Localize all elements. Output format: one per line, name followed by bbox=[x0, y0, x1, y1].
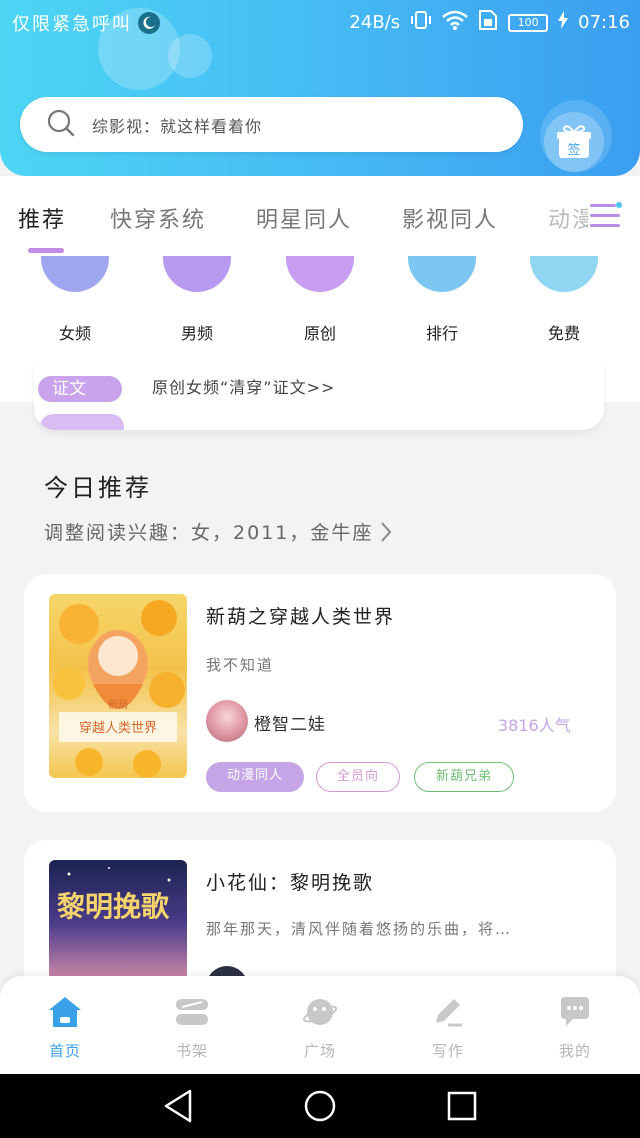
square-recents-icon bbox=[447, 1091, 477, 1121]
category-label: 男频 bbox=[180, 324, 213, 343]
book-description: 那年那天，清风伴随着悠扬的乐曲，将… bbox=[206, 920, 513, 938]
nav-label: 写作 bbox=[431, 1042, 464, 1060]
moon-icon bbox=[138, 12, 160, 34]
book-card[interactable]: 新葫 穿越人类世界 新葫之穿越人类世界 我不知道 橙智二娃 3816人气 动漫同… bbox=[24, 574, 616, 812]
category-female[interactable]: 女频 bbox=[30, 256, 120, 343]
cover-subtitle: 新葫 bbox=[108, 698, 128, 711]
category-tabs: 推荐 快穿系统 明星同人 影视同人 动漫 bbox=[0, 176, 640, 256]
announcement-badge-secondary bbox=[40, 414, 124, 430]
cover-title: 穿越人类世界 bbox=[79, 720, 157, 736]
vibrate-icon bbox=[410, 10, 432, 35]
menu-icon bbox=[590, 202, 622, 227]
male-icon bbox=[163, 256, 231, 292]
author-avatar[interactable] bbox=[206, 700, 248, 742]
home-system-button[interactable] bbox=[302, 1088, 338, 1124]
wifi-icon bbox=[442, 10, 468, 35]
tag-anime-fanfic[interactable]: 动漫同人 bbox=[206, 762, 304, 792]
search-bar[interactable]: 综影视：就这样看着你 bbox=[20, 97, 523, 152]
sign-in-gift-button[interactable]: 签 bbox=[544, 112, 604, 172]
nav-label: 广场 bbox=[303, 1042, 336, 1060]
book-title[interactable]: 小花仙：黎明挽歌 bbox=[206, 868, 374, 895]
category-male[interactable]: 男频 bbox=[152, 256, 242, 343]
announcement-badge: 证文 bbox=[38, 376, 122, 402]
reading-interest-text: 调整阅读兴趣：女，2011，金牛座 bbox=[44, 522, 374, 544]
status-left-text: 仅限紧急呼叫 bbox=[12, 14, 132, 35]
category-label: 女频 bbox=[58, 324, 91, 343]
chevron-right-icon bbox=[381, 521, 392, 542]
back-icon bbox=[164, 1089, 192, 1123]
bottom-navigation: 首页 书架 广场 写作 我的 bbox=[0, 976, 640, 1074]
circle-home-icon bbox=[304, 1090, 336, 1122]
category-label: 排行 bbox=[425, 324, 458, 343]
nav-plaza[interactable]: 广场 bbox=[280, 994, 360, 1061]
original-icon bbox=[286, 256, 354, 292]
header: 仅限紧急呼叫 24B/s 100 07:16 综影视：就这样看着你 签 bbox=[0, 0, 640, 176]
nav-write[interactable]: 写作 bbox=[408, 994, 488, 1061]
pen-icon bbox=[430, 994, 466, 1030]
nav-bookshelf[interactable]: 书架 bbox=[152, 994, 232, 1061]
author-name[interactable]: 橙智二娃 bbox=[254, 710, 326, 735]
nav-label: 首页 bbox=[48, 1042, 81, 1060]
category-label: 原创 bbox=[303, 324, 336, 343]
category-label: 免费 bbox=[547, 324, 580, 343]
nav-label: 书架 bbox=[175, 1042, 208, 1060]
clock: 07:16 bbox=[578, 12, 630, 33]
tag-new-gourd-brothers[interactable]: 新葫兄弟 bbox=[414, 762, 514, 792]
status-bar: 仅限紧急呼叫 24B/s 100 07:16 bbox=[0, 0, 640, 44]
popularity-count: 3816人气 bbox=[498, 716, 571, 735]
gift-label: 签 bbox=[567, 142, 580, 158]
reading-interest-link[interactable]: 调整阅读兴趣：女，2011，金牛座 bbox=[44, 518, 393, 545]
gift-icon: 签 bbox=[557, 125, 591, 158]
cover-illustration: 新葫 穿越人类世界 bbox=[53, 600, 185, 778]
category-free[interactable]: 免费 bbox=[519, 256, 609, 343]
recents-button[interactable] bbox=[444, 1088, 480, 1124]
battery-text: 100 bbox=[517, 15, 539, 29]
nav-label: 我的 bbox=[558, 1042, 591, 1060]
search-placeholder: 综影视：就这样看着你 bbox=[92, 116, 263, 136]
nav-mine[interactable]: 我的 bbox=[535, 994, 615, 1061]
tag-all-members[interactable]: 全员向 bbox=[316, 762, 400, 792]
back-button[interactable] bbox=[160, 1088, 196, 1124]
announcement-card[interactable]: 证文 原创女频“清穿”证文>> bbox=[34, 360, 604, 430]
ranking-icon bbox=[408, 256, 476, 292]
nav-home[interactable]: 首页 bbox=[25, 994, 105, 1061]
announcement-text: 原创女频“清穿”证文>> bbox=[152, 378, 336, 397]
tab-film-fanfic[interactable]: 影视同人 bbox=[402, 202, 498, 234]
network-speed: 24B/s bbox=[349, 12, 401, 33]
system-navigation-bar bbox=[0, 1074, 640, 1138]
section-title: 今日推荐 bbox=[44, 474, 152, 502]
book-description: 我不知道 bbox=[206, 656, 275, 674]
tab-celebrity-fanfic[interactable]: 明星同人 bbox=[256, 202, 352, 234]
battery-icon: 100 bbox=[508, 13, 549, 32]
free-icon bbox=[530, 256, 598, 292]
chat-bubble-icon bbox=[557, 994, 593, 1030]
cover-title: 黎明挽歌 bbox=[57, 890, 170, 923]
tab-quick-travel[interactable]: 快穿系统 bbox=[110, 202, 206, 234]
category-ranking[interactable]: 排行 bbox=[397, 256, 487, 343]
female-icon bbox=[41, 256, 109, 292]
tab-menu-button[interactable] bbox=[588, 200, 622, 232]
charging-icon bbox=[558, 11, 569, 34]
planet-icon bbox=[302, 994, 338, 1030]
book-cover[interactable]: 新葫 穿越人类世界 bbox=[49, 594, 187, 778]
tab-recommend[interactable]: 推荐 bbox=[18, 202, 66, 234]
category-original[interactable]: 原创 bbox=[275, 256, 365, 343]
book-title[interactable]: 新葫之穿越人类世界 bbox=[206, 602, 395, 629]
active-tab-indicator bbox=[28, 248, 64, 253]
sim-icon bbox=[478, 9, 498, 36]
home-icon bbox=[47, 994, 83, 1030]
bookshelf-icon bbox=[174, 994, 210, 1030]
search-icon bbox=[46, 108, 76, 142]
